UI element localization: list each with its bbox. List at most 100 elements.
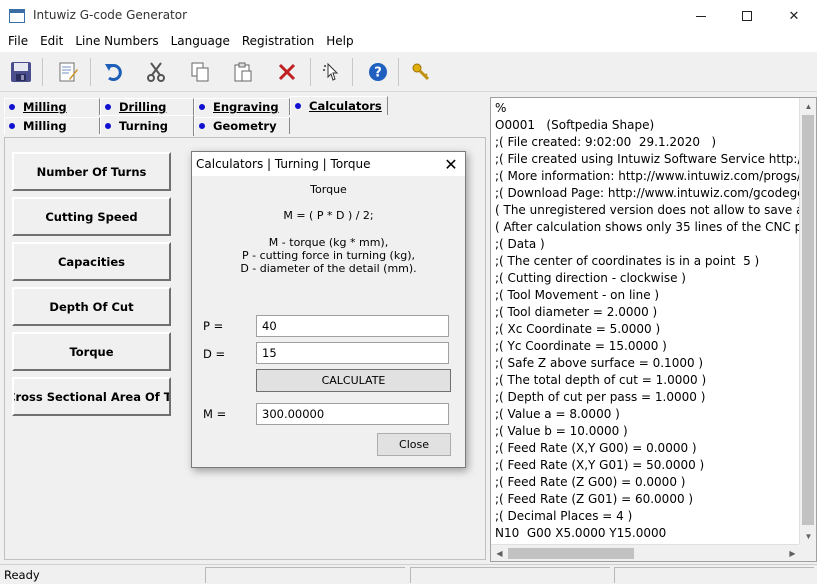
minimize-icon <box>696 15 706 17</box>
edit-document-button[interactable] <box>53 58 83 86</box>
close-window-button[interactable]: ✕ <box>771 0 817 32</box>
tab-engraving[interactable]: Engraving <box>194 98 290 115</box>
m-result-field[interactable]: 300.00000 <box>256 403 449 425</box>
status-segment <box>614 567 814 583</box>
svg-text:?: ? <box>374 66 382 81</box>
scroll-up-icon[interactable]: ▲ <box>800 98 816 115</box>
tab-dot-icon <box>105 123 111 129</box>
tab-dot-icon <box>9 104 15 110</box>
help-icon: ? <box>369 63 387 81</box>
legend-line-2: P - cutting force in turning (kg), <box>242 249 415 262</box>
paste-button[interactable] <box>228 58 258 86</box>
code-line: ;( Decimal Places = 4 ) <box>495 509 633 523</box>
minimize-button[interactable] <box>678 0 724 32</box>
d-input[interactable]: 15 <box>256 342 449 364</box>
tab-dot-icon <box>295 103 301 109</box>
legend-line-1: M - torque (kg * mm), <box>268 236 389 249</box>
code-line: ( The unregistered version does not allo… <box>495 203 812 217</box>
code-line: % <box>495 101 507 115</box>
code-line: ;( Download Page: http://www.intuwiz.com… <box>495 186 805 200</box>
vertical-scrollbar[interactable]: ▲ ▼ <box>799 98 816 545</box>
tab-dot-icon <box>9 123 15 129</box>
vertical-scroll-thumb[interactable] <box>802 115 814 525</box>
menu-line-numbers[interactable]: Line Numbers <box>69 32 164 52</box>
horizontal-scroll-thumb[interactable] <box>508 548 634 559</box>
cross-sectional-area-button[interactable]: Cross Sectional Area Of The C <box>12 377 171 416</box>
number-of-turns-button[interactable]: Number Of Turns <box>12 152 171 191</box>
delete-button[interactable] <box>272 58 302 86</box>
save-icon <box>11 62 31 82</box>
menu-file[interactable]: File <box>2 32 34 52</box>
horizontal-scrollbar[interactable]: ◀ ▶ <box>491 544 801 561</box>
copy-icon <box>191 62 209 82</box>
scroll-down-icon[interactable]: ▼ <box>800 528 816 545</box>
window-title: Intuwiz G-code Generator <box>33 8 188 22</box>
code-line: ;( Data ) <box>495 237 545 251</box>
menu-edit[interactable]: Edit <box>34 32 69 52</box>
menu-language[interactable]: Language <box>165 32 236 52</box>
dialog-close-button[interactable]: Close <box>377 433 451 456</box>
p-input[interactable]: 40 <box>256 315 449 337</box>
paste-icon <box>234 62 252 82</box>
help-button[interactable]: ? <box>363 58 393 86</box>
status-segment <box>410 567 610 583</box>
code-line: ;( The center of coordinates is in a poi… <box>495 254 760 268</box>
tab-milling-main[interactable]: Milling <box>4 98 100 115</box>
tab-geometry[interactable]: Geometry <box>194 117 290 134</box>
tab-drilling[interactable]: Drilling <box>100 98 194 115</box>
tab-milling-sub[interactable]: Milling <box>4 117 100 134</box>
capacities-button[interactable]: Capacities <box>12 242 171 281</box>
cut-button[interactable] <box>141 58 171 86</box>
p-label: P = <box>203 319 224 333</box>
dialog-close-icon[interactable]: ✕ <box>441 154 461 174</box>
menu-help[interactable]: Help <box>320 32 359 52</box>
code-line: ;( Cutting direction - clockwise ) <box>495 271 686 285</box>
tab-dot-icon <box>199 104 205 110</box>
copy-button[interactable] <box>185 58 215 86</box>
title-bar: Intuwiz G-code Generator ✕ <box>0 0 817 32</box>
code-line: ;( Feed Rate (X,Y G00) = 0.0000 ) <box>495 441 697 455</box>
dialog-title-bar: Calculators | Turning | Torque ✕ <box>192 152 465 176</box>
delete-icon <box>278 63 296 81</box>
status-text: Ready <box>4 568 40 582</box>
pointer-button[interactable] <box>316 58 346 86</box>
maximize-button[interactable] <box>724 0 770 32</box>
status-segment <box>205 567 405 583</box>
torque-button[interactable]: Torque <box>12 332 171 371</box>
dialog-title: Calculators | Turning | Torque <box>196 157 371 171</box>
code-line: ;( File created: 9:02:00 29.1.2020 ) <box>495 135 717 149</box>
torque-dialog: Calculators | Turning | Torque ✕ Torque … <box>191 151 466 468</box>
undo-icon <box>105 64 122 81</box>
m-label: M = <box>203 407 227 421</box>
scroll-left-icon[interactable]: ◀ <box>491 545 508 561</box>
cut-icon <box>147 62 165 82</box>
calculate-button[interactable]: CALCULATE <box>256 369 451 392</box>
code-line: ;( Tool Movement - on line ) <box>495 288 660 302</box>
gcode-output[interactable]: % O0001 (Softpedia Shape) ;( File created:… <box>490 97 817 562</box>
code-line: ;( Feed Rate (Z G00) = 0.0000 ) <box>495 475 686 489</box>
tab-dot-icon <box>105 104 111 110</box>
code-line: ;( Depth of cut per pass = 1.0000 ) <box>495 390 706 404</box>
save-button[interactable] <box>6 58 36 86</box>
code-line: ;( Xc Coordinate = 5.0000 ) <box>495 322 661 336</box>
cross-sectional-area-label: Cross Sectional Area Of The C <box>14 389 171 404</box>
code-line: ;( Tool diameter = 2.0000 ) <box>495 305 658 319</box>
torque-formula: M = ( P * D ) / 2; <box>283 209 374 222</box>
code-line: ;( Feed Rate (X,Y G01) = 50.0000 ) <box>495 458 705 472</box>
toolbar-separator <box>90 58 91 86</box>
undo-button[interactable] <box>99 58 129 86</box>
tab-turning[interactable]: Turning <box>100 115 194 136</box>
registration-key-button[interactable] <box>406 58 436 86</box>
depth-of-cut-button[interactable]: Depth Of Cut <box>12 287 171 326</box>
menu-registration[interactable]: Registration <box>236 32 320 52</box>
toolbar-separator <box>398 58 399 86</box>
pointer-icon <box>323 62 339 81</box>
legend-line-3: D - diameter of the detail (mm). <box>240 262 417 275</box>
app-icon <box>9 9 25 23</box>
toolbar: ? <box>0 52 817 92</box>
toolbar-separator <box>352 58 353 86</box>
code-line: ;( Value a = 8.0000 ) <box>495 407 620 421</box>
tab-calculators[interactable]: Calculators <box>290 96 388 115</box>
toolbar-separator <box>42 58 43 86</box>
cutting-speed-button[interactable]: Cutting Speed <box>12 197 171 236</box>
